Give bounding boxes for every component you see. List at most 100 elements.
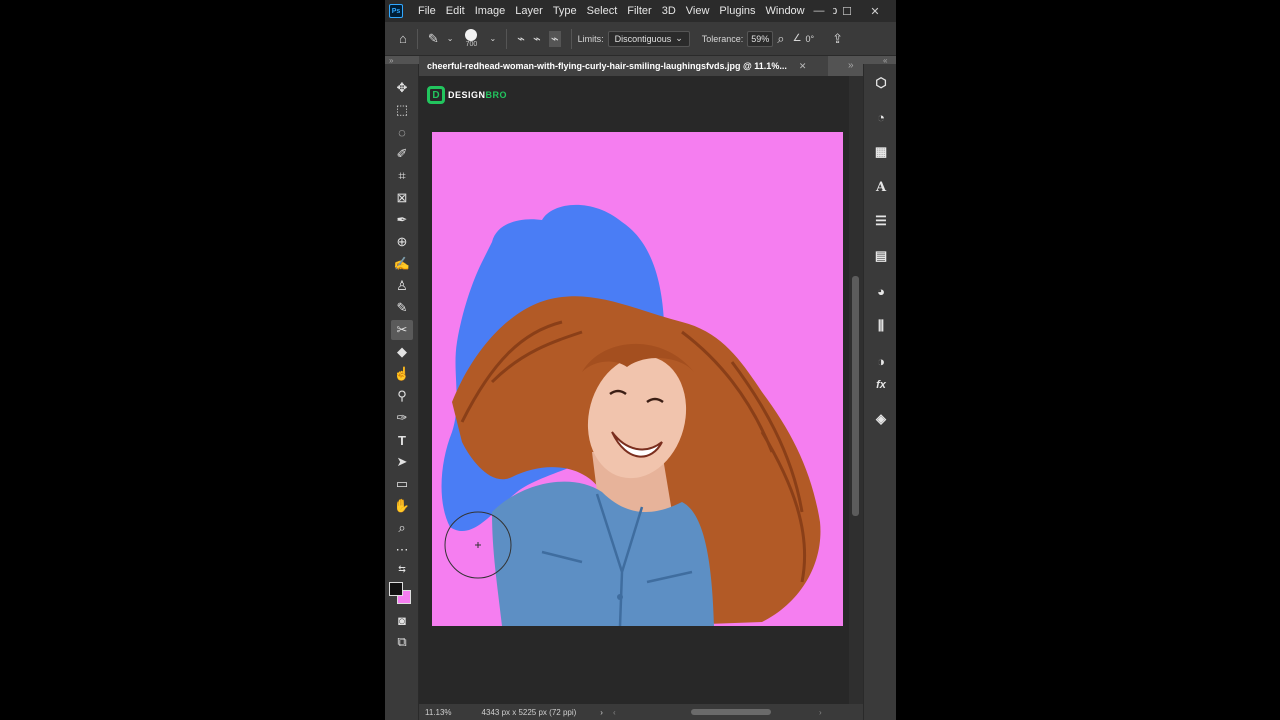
foreground-color-swatch[interactable] [389, 582, 403, 596]
menu-type[interactable]: Type [548, 0, 582, 22]
menu-select[interactable]: Select [582, 0, 623, 22]
divider [416, 28, 418, 49]
menu-filter[interactable]: Filter [622, 0, 656, 22]
swatches-panel-icon[interactable]: ▦ [870, 141, 892, 163]
chevron-down-icon: ⌄ [675, 33, 683, 43]
scroll-right-icon[interactable]: › [819, 708, 822, 717]
tolerance-label: Tolerance: [701, 33, 744, 44]
menu-3d[interactable]: 3D [657, 0, 681, 22]
lasso-tool-icon[interactable]: ◌ [391, 122, 413, 142]
properties-panel-icon[interactable]: ◑ [870, 350, 892, 372]
adjustments-panel-icon[interactable]: ☰ [870, 210, 892, 232]
close-window-button[interactable]: ✕ [861, 0, 889, 22]
swap-colors-icon[interactable]: ⇆ [391, 562, 413, 576]
chevron-down-icon[interactable]: ⌄ [447, 34, 454, 43]
document-title: cheerful-redhead-woman-with-flying-curly… [427, 61, 787, 71]
document-info: 4343 px x 5225 px (72 ppi) [481, 707, 577, 717]
clone-stamp-tool-icon[interactable]: ♙ [391, 276, 413, 296]
minimize-button[interactable]: — [805, 0, 833, 22]
collapse-toolbox-icon[interactable]: » [389, 56, 393, 65]
search-icon[interactable]: ⌕ [777, 31, 784, 47]
screen-mode-icon[interactable]: ⧉ [391, 632, 413, 652]
tolerance-field[interactable]: 59% [747, 30, 774, 47]
path-selection-tool-icon[interactable]: ➤ [391, 452, 413, 472]
menu-image[interactable]: Image [470, 0, 511, 22]
brush-crosshair [475, 542, 481, 548]
toolbox: ✥ ⬚ ◌ ✐ ⌗ ⊠ ✒ ⊕ ✍ ♙ ✎ ✂ ◆ ☝ ⚲ ✑ T ➤ ▭ ✋ … [385, 64, 419, 720]
vertical-scrollbar[interactable] [849, 76, 863, 704]
limits-dropdown[interactable]: Discontiguous ⌄ [607, 30, 690, 47]
table-panel-icon[interactable]: ▤ [870, 245, 892, 267]
menu-bar: Ps File Edit Image Layer Type Select Fil… [385, 0, 896, 22]
horizontal-scroll-thumb[interactable] [691, 709, 771, 715]
denim-shirt [492, 481, 714, 626]
brush-size-value: 700 [465, 41, 478, 48]
history-brush-tool-icon[interactable]: ✎ [391, 298, 413, 318]
3d-panel-icon[interactable]: ⬡ [870, 72, 892, 94]
move-tool-icon[interactable]: ✥ [391, 78, 413, 98]
menu-file[interactable]: File [413, 0, 441, 22]
brush-tool-icon[interactable]: ✍ [391, 254, 413, 274]
background-eraser-tool-icon[interactable]: ✂ [391, 320, 413, 340]
sampling-once-icon[interactable]: ⌁ [533, 31, 541, 47]
zoom-level[interactable]: 11.13% [425, 708, 452, 717]
healing-brush-tool-icon[interactable]: ⊕ [391, 232, 413, 252]
tab-overflow-icon[interactable]: » [848, 60, 854, 71]
tool-preset-icon[interactable]: ✎ [428, 31, 439, 47]
eyedropper-tool-icon[interactable]: ✒ [391, 210, 413, 230]
limits-label: Limits: [577, 33, 604, 44]
status-expand-icon[interactable]: › [600, 708, 603, 717]
brush-tip-icon [465, 29, 478, 41]
marquee-tool-icon[interactable]: ⬚ [391, 100, 413, 120]
home-icon[interactable]: ⌂ [399, 31, 407, 46]
share-icon[interactable]: ⇪ [832, 31, 843, 47]
paths-panel-icon[interactable]: ⫼ [870, 315, 892, 337]
menu-edit[interactable]: Edit [441, 0, 470, 22]
hand-tool-icon[interactable]: ✋ [391, 496, 413, 516]
photoshop-logo-icon: Ps [389, 4, 403, 18]
collapse-dock-icon[interactable]: « [883, 56, 887, 65]
menu-plugins[interactable]: Plugins [714, 0, 760, 22]
smudge-tool-icon[interactable]: ☝ [391, 364, 413, 384]
designbro-logo-mark: D [427, 86, 445, 104]
rectangle-tool-icon[interactable]: ▭ [391, 474, 413, 494]
tolerance-value: 59% [751, 33, 770, 44]
crop-tool-icon[interactable]: ⌗ [391, 166, 413, 186]
history-panel-icon[interactable]: ◔ [870, 106, 892, 128]
image-canvas[interactable] [432, 132, 843, 626]
divider [570, 28, 572, 49]
sampling-continuous-icon[interactable]: ⌁ [517, 31, 525, 47]
right-panel-dock: ⬡ ◔ ▦ A ☰ ▤ ◕ ⫼ ◑ fx ◈ [863, 64, 896, 720]
status-bar: 11.13% 4343 px x 5225 px (72 ppi) › ‹ › [419, 704, 863, 720]
pen-tool-icon[interactable]: ✑ [391, 408, 413, 428]
type-tool-icon[interactable]: T [391, 430, 413, 450]
frame-tool-icon[interactable]: ⊠ [391, 188, 413, 208]
more-tools-icon[interactable]: ⋯ [391, 540, 413, 560]
designbro-logo-text: DESIGNBRO [448, 90, 508, 100]
menu-window[interactable]: Window [761, 0, 810, 22]
color-panel-icon[interactable]: ◕ [870, 280, 892, 302]
zoom-tool-icon[interactable]: ⌕ [391, 518, 413, 538]
quick-mask-icon[interactable]: ◙ [391, 610, 413, 630]
photoshop-window: Ps File Edit Image Layer Type Select Fil… [385, 0, 896, 720]
chevron-down-icon[interactable]: ⌄ [489, 34, 496, 43]
dodge-tool-icon[interactable]: ⚲ [391, 386, 413, 406]
close-tab-icon[interactable]: ✕ [799, 61, 807, 72]
character-panel-icon[interactable]: A [870, 176, 892, 198]
options-bar: ⌂ ✎ ⌄ 700 ⌄ ⌁ ⌁ ⌁ Limits: Discontiguous … [385, 22, 896, 56]
angle-value: 0° [805, 33, 815, 44]
angle-icon[interactable]: ∠ [793, 33, 802, 44]
quick-selection-tool-icon[interactable]: ✐ [391, 144, 413, 164]
vertical-scroll-thumb[interactable] [852, 276, 859, 516]
layers-panel-icon[interactable]: ◈ [870, 408, 892, 430]
menu-view[interactable]: View [681, 0, 715, 22]
photo-illustration [441, 204, 821, 626]
maximize-button[interactable]: ☐ [833, 0, 861, 22]
scroll-left-icon[interactable]: ‹ [613, 708, 616, 717]
styles-fx-icon[interactable]: fx [870, 374, 892, 396]
document-tab[interactable]: cheerful-redhead-woman-with-flying-curly… [419, 56, 828, 76]
brush-preset-picker[interactable]: 700 [465, 29, 478, 48]
menu-layer[interactable]: Layer [510, 0, 548, 22]
paint-bucket-tool-icon[interactable]: ◆ [391, 342, 413, 362]
sampling-background-swatch-icon[interactable]: ⌁ [548, 30, 561, 47]
